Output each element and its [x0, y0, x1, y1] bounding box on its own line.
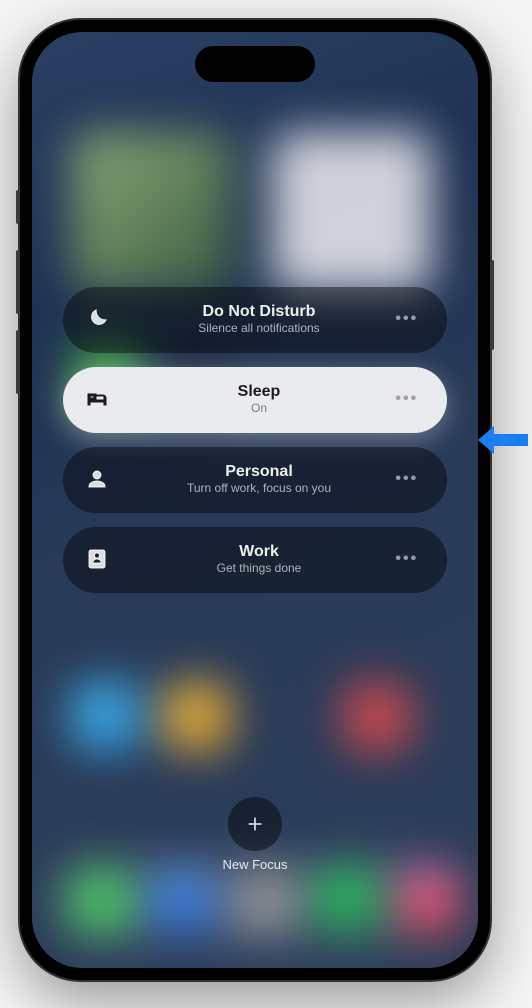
side-button-ringer: [16, 190, 20, 224]
focus-title: Work: [125, 543, 393, 561]
new-focus-label: New Focus: [222, 857, 287, 872]
side-button-vol-down: [16, 330, 20, 394]
focus-row-texts: Do Not Disturb Silence all notifications: [125, 303, 393, 335]
focus-list: Do Not Disturb Silence all notifications…: [63, 287, 447, 593]
screen: Do Not Disturb Silence all notifications…: [32, 32, 478, 968]
add-focus-button[interactable]: [228, 797, 282, 851]
focus-row-texts: Work Get things done: [125, 543, 393, 575]
focus-row-dnd[interactable]: Do Not Disturb Silence all notifications…: [63, 287, 447, 353]
badge-icon: [81, 543, 113, 575]
dynamic-island: [195, 46, 315, 82]
focus-subtitle: Silence all notifications: [125, 321, 393, 335]
focus-row-texts: Sleep On: [125, 383, 393, 415]
focus-subtitle: Get things done: [125, 561, 393, 575]
side-button-power: [490, 260, 494, 350]
focus-title: Sleep: [125, 383, 393, 401]
focus-row-work[interactable]: Work Get things done •••: [63, 527, 447, 593]
focus-subtitle: Turn off work, focus on you: [125, 481, 393, 495]
ellipsis-icon[interactable]: •••: [393, 385, 421, 413]
iphone-frame: Do Not Disturb Silence all notifications…: [20, 20, 490, 980]
new-focus: New Focus: [32, 797, 478, 872]
focus-title: Do Not Disturb: [125, 303, 393, 321]
moon-icon: [81, 303, 113, 335]
focus-row-texts: Personal Turn off work, focus on you: [125, 463, 393, 495]
focus-title: Personal: [125, 463, 393, 481]
ellipsis-icon[interactable]: •••: [393, 545, 421, 573]
focus-picker-sheet: Do Not Disturb Silence all notifications…: [32, 32, 478, 968]
ellipsis-icon[interactable]: •••: [393, 305, 421, 333]
person-icon: [81, 463, 113, 495]
ellipsis-icon[interactable]: •••: [393, 465, 421, 493]
focus-row-personal[interactable]: Personal Turn off work, focus on you •••: [63, 447, 447, 513]
callout-arrow-icon: [476, 420, 530, 460]
side-button-vol-up: [16, 250, 20, 314]
focus-subtitle: On: [125, 401, 393, 415]
focus-row-sleep[interactable]: Sleep On •••: [63, 367, 447, 433]
plus-icon: [244, 813, 266, 835]
bed-icon: [81, 383, 113, 415]
